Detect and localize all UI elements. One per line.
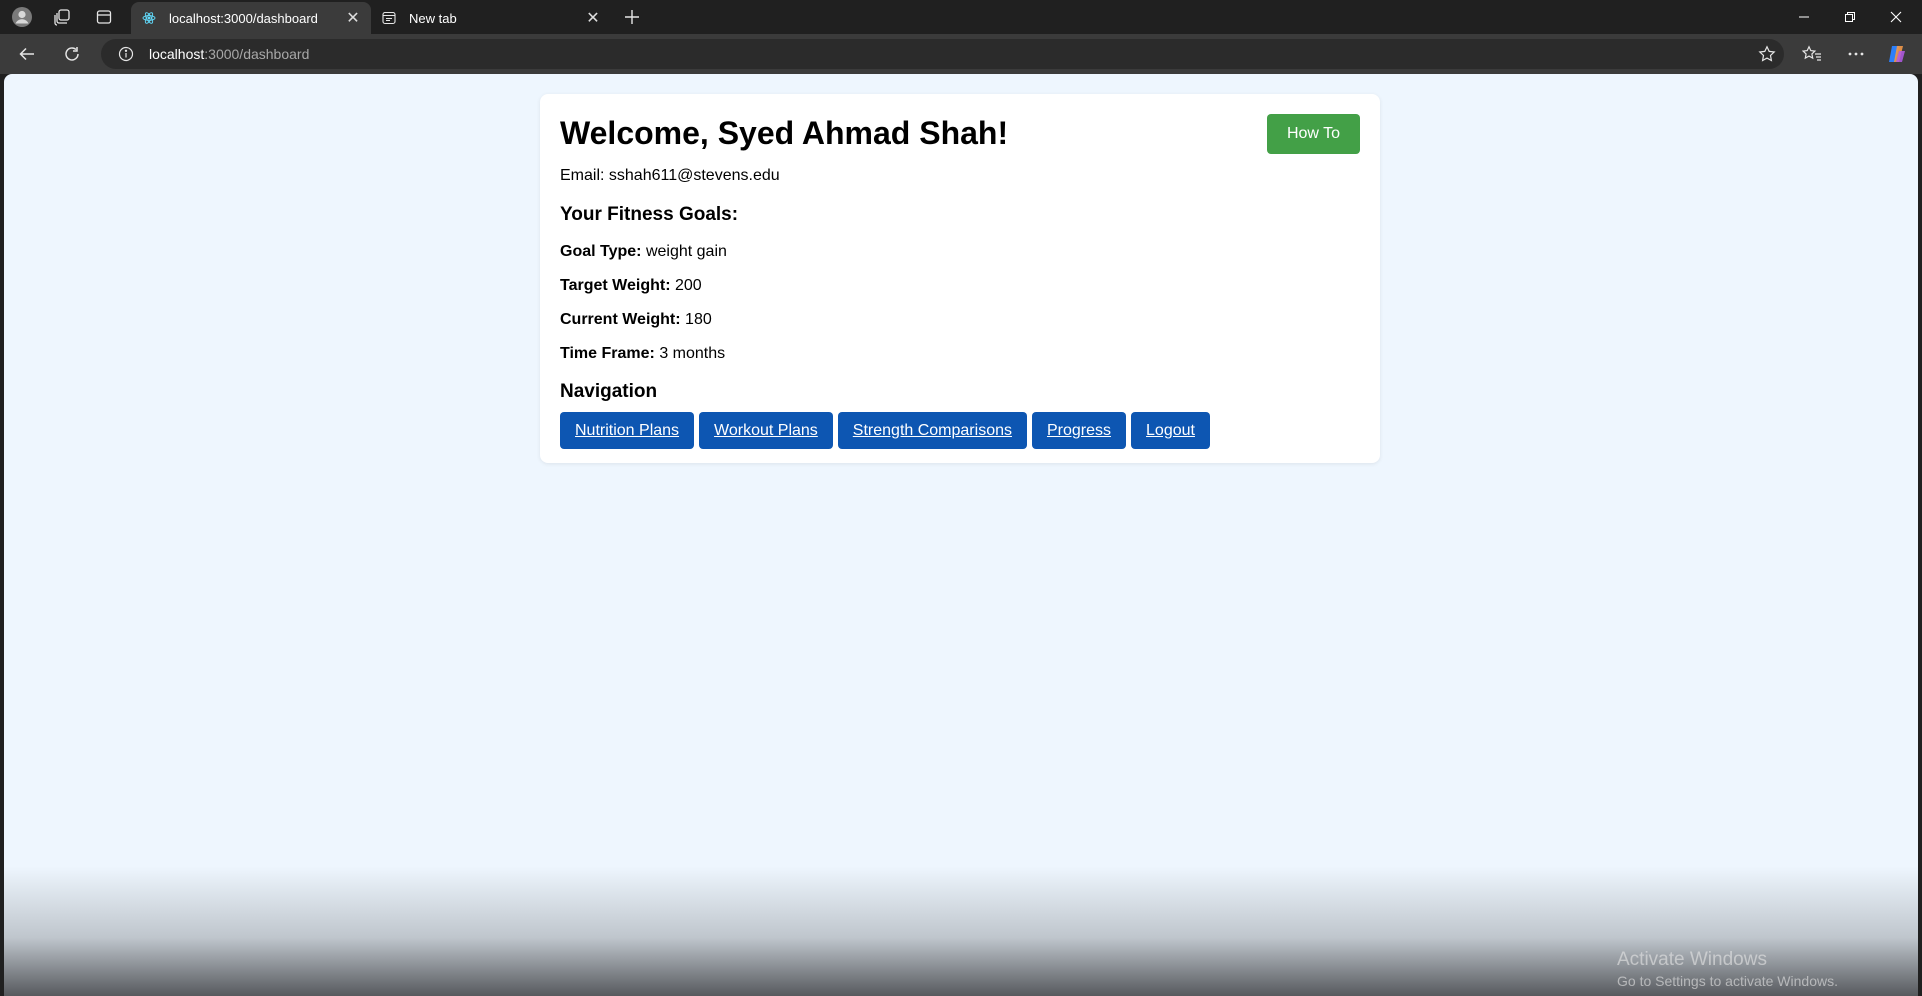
activate-windows-watermark: Activate Windows Go to Settings to activ… bbox=[1617, 948, 1838, 990]
workout-plans-button[interactable]: Workout Plans bbox=[699, 412, 833, 449]
tab-new-tab[interactable]: New tab ✕ bbox=[371, 2, 611, 34]
back-icon[interactable] bbox=[12, 39, 42, 69]
newtab-icon bbox=[381, 10, 397, 26]
close-window-icon[interactable] bbox=[1873, 0, 1919, 34]
close-tab-icon[interactable]: ✕ bbox=[345, 10, 361, 27]
navigation-bar: Nutrition Plans Workout Plans Strength C… bbox=[560, 412, 1360, 449]
goal-label: Goal Type: bbox=[560, 243, 642, 260]
copilot-icon[interactable] bbox=[1882, 39, 1912, 69]
goal-value: 3 months bbox=[659, 345, 726, 362]
dashboard-card: Welcome, Syed Ahmad Shah! How To Email: … bbox=[540, 94, 1380, 463]
favorite-star-icon[interactable] bbox=[1758, 45, 1776, 66]
email-value: sshah611@stevens.edu bbox=[608, 167, 780, 184]
restore-icon[interactable] bbox=[1827, 0, 1873, 34]
goal-row-type: Goal Type: weight gain bbox=[560, 242, 1360, 262]
logout-button[interactable]: Logout bbox=[1131, 412, 1210, 449]
how-to-button[interactable]: How To bbox=[1267, 114, 1360, 154]
tab-strip: localhost:3000/dashboard ✕ New tab ✕ bbox=[0, 0, 1922, 34]
nutrition-plans-button[interactable]: Nutrition Plans bbox=[560, 412, 695, 449]
more-options-icon[interactable] bbox=[1841, 39, 1871, 69]
navigation-heading: Navigation bbox=[560, 381, 658, 402]
workspaces-icon[interactable] bbox=[48, 3, 76, 31]
goal-row-target-weight: Target Weight: 200 bbox=[560, 276, 1360, 296]
new-tab-icon[interactable] bbox=[618, 3, 646, 31]
watermark-subtitle: Go to Settings to activate Windows. bbox=[1617, 973, 1838, 989]
tab-title: New tab bbox=[409, 10, 457, 26]
address-bar[interactable]: localhost:3000/dashboard bbox=[101, 39, 1784, 69]
goal-value: 180 bbox=[685, 311, 712, 328]
goal-row-time-frame: Time Frame: 3 months bbox=[560, 344, 1360, 364]
tab-dashboard[interactable]: localhost:3000/dashboard ✕ bbox=[131, 2, 371, 34]
tab-title: localhost:3000/dashboard bbox=[169, 10, 318, 26]
strength-comparisons-button[interactable]: Strength Comparisons bbox=[837, 412, 1027, 449]
goal-label: Time Frame: bbox=[560, 345, 655, 362]
email-line: Email: sshah611@stevens.edu bbox=[560, 166, 1360, 186]
minimize-icon[interactable] bbox=[1781, 0, 1827, 34]
close-tab-icon[interactable]: ✕ bbox=[585, 10, 601, 27]
browser-toolbar: localhost:3000/dashboard bbox=[0, 34, 1922, 74]
site-info-icon[interactable] bbox=[111, 46, 141, 62]
watermark-title: Activate Windows bbox=[1617, 949, 1767, 970]
progress-button[interactable]: Progress bbox=[1031, 412, 1127, 449]
goal-label: Current Weight: bbox=[560, 311, 681, 328]
page-viewport: Welcome, Syed Ahmad Shah! How To Email: … bbox=[4, 74, 1918, 996]
react-icon bbox=[141, 10, 157, 26]
goals-heading: Your Fitness Goals: bbox=[560, 204, 739, 225]
page-title: Welcome, Syed Ahmad Shah! bbox=[560, 115, 1009, 151]
goal-value: 200 bbox=[674, 277, 702, 294]
tab-actions-icon[interactable] bbox=[90, 3, 118, 31]
favorites-icon[interactable] bbox=[1797, 39, 1827, 69]
url-host: localhost bbox=[149, 46, 205, 62]
email-label: Email: bbox=[560, 167, 605, 184]
goal-value: weight gain bbox=[645, 243, 727, 260]
profile-icon[interactable] bbox=[8, 3, 36, 31]
goal-label: Target Weight: bbox=[560, 277, 671, 294]
refresh-icon[interactable] bbox=[57, 39, 87, 69]
goal-row-current-weight: Current Weight: 180 bbox=[560, 310, 1360, 330]
url-path: :3000/dashboard bbox=[204, 46, 310, 62]
